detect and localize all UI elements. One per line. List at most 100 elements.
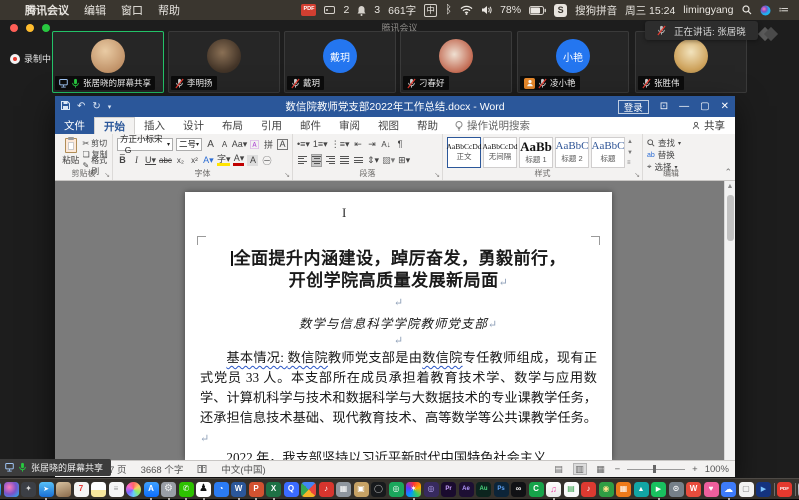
print-layout-button[interactable]: ▥ <box>573 463 587 475</box>
dock-icon[interactable]: ▤ <box>564 482 579 497</box>
dock-icon[interactable]: ♫ <box>546 482 561 497</box>
dock-icon[interactable]: ✆ <box>179 482 194 497</box>
styles-gallery-expand[interactable]: ≡ <box>627 160 633 166</box>
superscript-button[interactable]: x² <box>189 154 200 167</box>
menu-app-name[interactable]: 腾讯会议 <box>25 2 69 18</box>
dock-icon[interactable]: ☺ <box>0 482 1 497</box>
pdf-status-icon[interactable]: PDF <box>301 4 316 16</box>
style-normal[interactable]: AaBbCcDd 正文 <box>447 137 481 168</box>
proofing-icon[interactable] <box>197 464 207 474</box>
shading-button[interactable]: ▨▾ <box>382 154 395 167</box>
wifi-icon[interactable] <box>460 5 473 15</box>
justify-button[interactable] <box>339 154 350 167</box>
enclose-characters-button[interactable]: ㊀ <box>261 154 272 167</box>
dock-icon[interactable]: ▦ <box>336 482 351 497</box>
siri-menubar-icon[interactable] <box>760 5 771 16</box>
distribute-button[interactable] <box>353 154 364 167</box>
participant-tile[interactable]: 张居晓的屏幕共享 <box>52 31 164 93</box>
dock-icon[interactable]: ▲ <box>634 482 649 497</box>
dock-icon[interactable]: ✦ <box>21 482 36 497</box>
dock-icon[interactable]: Pr <box>441 482 456 497</box>
dock-icon[interactable]: ▶ <box>651 482 666 497</box>
dock-icon[interactable]: W <box>231 482 246 497</box>
align-left-button[interactable] <box>297 154 308 167</box>
zoom-percent[interactable]: 100% <box>705 464 729 475</box>
dock-icon[interactable]: ▣ <box>354 482 369 497</box>
dock-icon[interactable]: ✶ <box>406 482 421 497</box>
battery-icon[interactable] <box>529 6 546 15</box>
paste-button[interactable]: 粘贴 <box>59 136 82 171</box>
character-border-button[interactable]: A <box>277 139 288 150</box>
ime-indicator[interactable]: 中 <box>424 4 437 17</box>
vertical-scrollbar[interactable]: ▲ <box>724 181 735 460</box>
menubar-username[interactable]: limingyang <box>683 4 733 16</box>
minimize-button[interactable]: — <box>679 101 689 112</box>
line-spacing-button[interactable]: ⇕▾ <box>367 154 379 167</box>
word-count-status[interactable]: 661字 <box>388 3 416 18</box>
dock-icon[interactable]: ◉ <box>599 482 614 497</box>
notification-count-icon[interactable] <box>324 5 335 15</box>
change-case-button[interactable]: Aa▾ <box>233 138 246 151</box>
font-size-combo[interactable]: 二号▾ <box>176 138 202 151</box>
redo-icon[interactable]: ↻ <box>92 101 100 112</box>
dock-icon[interactable]: ∞ <box>511 482 526 497</box>
sort-button[interactable]: A↓ <box>380 138 391 151</box>
dock-icon[interactable]: ◯ <box>371 482 386 497</box>
spotlight-search-icon[interactable] <box>742 5 752 15</box>
dock-icon[interactable]: ▢ <box>739 482 754 497</box>
dock-icon[interactable]: ◎ <box>424 482 439 497</box>
shrink-font-button[interactable]: A <box>219 138 230 151</box>
dock-icon[interactable]: ♪ <box>581 482 596 497</box>
read-mode-button[interactable]: ▤ <box>552 463 566 475</box>
dock-icon[interactable] <box>56 482 71 497</box>
tab-references[interactable]: 引用 <box>252 117 291 134</box>
save-icon[interactable] <box>61 101 70 113</box>
dock-icon[interactable] <box>795 483 796 496</box>
dock-icon[interactable]: Au <box>476 482 491 497</box>
dock-icon[interactable]: W <box>686 482 701 497</box>
scrollbar-thumb[interactable] <box>727 195 734 241</box>
scroll-up-arrow[interactable]: ▲ <box>725 183 735 190</box>
volume-icon[interactable] <box>481 5 492 15</box>
tab-file[interactable]: 文件 <box>55 117 94 134</box>
dock-icon[interactable]: ▶ <box>756 482 771 497</box>
dock-icon[interactable] <box>126 482 141 497</box>
clear-formatting-button[interactable]: 🄰 <box>249 138 260 151</box>
dock-icon[interactable]: Ae <box>459 482 474 497</box>
tab-mailings[interactable]: 邮件 <box>291 117 330 134</box>
text-effects-button[interactable]: A▾ <box>203 154 214 167</box>
dock-icon[interactable]: ▦ <box>616 482 631 497</box>
style-heading1[interactable]: AaBb 标题 1 <box>519 137 553 168</box>
dock-icon[interactable]: A <box>144 482 159 497</box>
italic-button[interactable]: I <box>131 154 142 167</box>
menubar-clock[interactable]: 周三 15:24 <box>625 3 675 18</box>
tab-insert[interactable]: 插入 <box>135 117 174 134</box>
ribbon-display-options-icon[interactable]: ⊡ <box>660 101 668 112</box>
phonetic-guide-button[interactable]: 拼 <box>263 138 274 151</box>
bell-icon[interactable] <box>357 5 366 16</box>
close-button[interactable]: ✕ <box>721 101 729 112</box>
dock-icon[interactable]: ≡ <box>109 482 124 497</box>
zoom-in-button[interactable]: + <box>692 464 698 475</box>
increase-indent-button[interactable]: ⇥ <box>366 138 377 151</box>
styles-scroll-down[interactable]: ▼ <box>627 150 633 156</box>
tab-home[interactable]: 开始 <box>94 117 135 134</box>
menu-help[interactable]: 帮助 <box>158 2 180 18</box>
collapse-ribbon-icon[interactable]: ⌃ <box>724 167 732 178</box>
styles-dialog-launcher[interactable]: ↘ <box>634 171 640 179</box>
multilevel-list-button[interactable]: ⋮≡▾ <box>331 138 350 151</box>
participant-tile[interactable]: 李明扬 <box>168 31 280 93</box>
dock-icon[interactable]: ⚙ <box>161 482 176 497</box>
style-title[interactable]: AaBbC 标题 <box>591 137 625 168</box>
language-status[interactable]: 中文(中国) <box>221 462 265 476</box>
replace-button[interactable]: ab 替换 <box>647 149 695 161</box>
tab-view[interactable]: 视图 <box>369 117 408 134</box>
dock-icon[interactable]: P <box>249 482 264 497</box>
highlight-button[interactable]: 字▾ <box>217 155 231 166</box>
dock-icon[interactable]: ♥ <box>704 482 719 497</box>
borders-button[interactable]: ⊞▾ <box>398 154 410 167</box>
participant-tile[interactable]: 小艳 凌小艳 <box>517 31 629 93</box>
cut-button[interactable]: ✂ 剪切 <box>82 138 108 149</box>
share-button[interactable]: 共享 <box>682 117 735 134</box>
maximize-button[interactable]: ▢ <box>700 101 709 112</box>
